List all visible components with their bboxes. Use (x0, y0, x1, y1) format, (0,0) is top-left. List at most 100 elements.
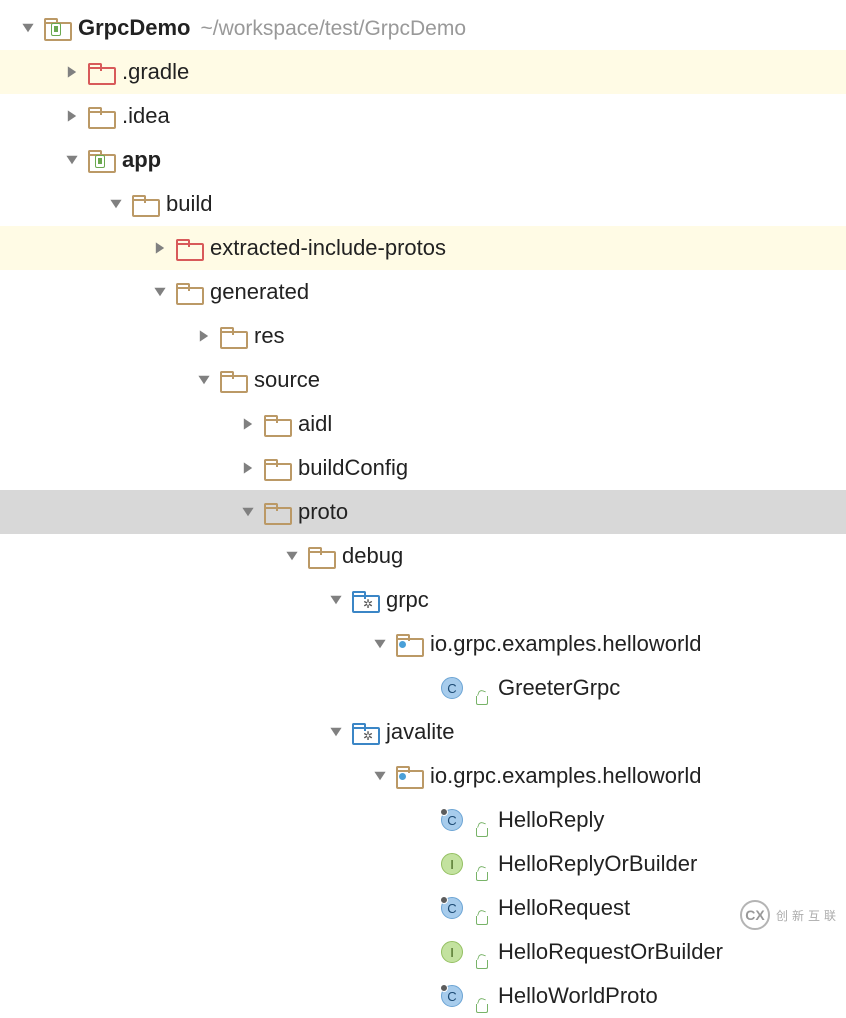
arrow-down-icon[interactable] (14, 21, 42, 35)
arrow-right-icon[interactable] (58, 65, 86, 79)
tree-label: HelloRequestOrBuilder (498, 939, 723, 965)
tree-item-name: app (122, 147, 161, 173)
indent-spacer (0, 380, 190, 381)
indent-spacer (0, 556, 278, 557)
folder-icon (262, 413, 290, 435)
tree-item-name: HelloRequest (498, 895, 630, 921)
tree-item-name: HelloRequestOrBuilder (498, 939, 723, 965)
arrow-down-icon[interactable] (366, 637, 394, 651)
interface-icon: I (438, 853, 466, 875)
tree-item-path: ~/workspace/test/GrpcDemo (200, 17, 466, 41)
tree-label: .gradle (122, 59, 189, 85)
tree-row[interactable]: .gradle (0, 50, 846, 94)
class-icon: C (438, 809, 466, 831)
arrow-down-icon[interactable] (58, 153, 86, 167)
arrow-down-icon[interactable] (146, 285, 174, 299)
tree-row[interactable]: buildConfig (0, 446, 846, 490)
arrow-right-icon[interactable] (146, 241, 174, 255)
tree-item-name: build (166, 191, 212, 217)
tree-label: grpc (386, 587, 429, 613)
indent-spacer (0, 952, 410, 953)
tree-item-name: javalite (386, 719, 454, 745)
folder-icon (130, 193, 158, 215)
arrow-right-icon[interactable] (58, 109, 86, 123)
class-icon: C (438, 985, 466, 1007)
tree-item-name: HelloReply (498, 807, 604, 833)
arrow-down-icon[interactable] (234, 505, 262, 519)
tree-row[interactable]: io.grpc.examples.helloworld (0, 754, 846, 798)
arrow-down-icon[interactable] (322, 593, 350, 607)
tree-row[interactable]: ✲javalite (0, 710, 846, 754)
arrow-down-icon[interactable] (190, 373, 218, 387)
tree-row[interactable]: I HelloReplyOrBuilder (0, 842, 846, 886)
tree-row[interactable]: generated (0, 270, 846, 314)
tree-row[interactable]: C HelloWorldProto (0, 974, 846, 1018)
tree-row[interactable]: app (0, 138, 846, 182)
tree-item-name: io.grpc.examples.helloworld (430, 631, 701, 657)
tree-item-name: grpc (386, 587, 429, 613)
tree-row[interactable]: aidl (0, 402, 846, 446)
arrow-down-icon[interactable] (278, 549, 306, 563)
arrow-down-icon[interactable] (102, 197, 130, 211)
project-tree: GrpcDemo ~/workspace/test/GrpcDemo .gradle… (0, 0, 846, 1018)
module-icon (86, 149, 114, 171)
tree-label: HelloRequest (498, 895, 630, 921)
arrow-right-icon[interactable] (234, 461, 262, 475)
arrow-right-icon[interactable] (190, 329, 218, 343)
tree-item-name: aidl (298, 411, 332, 437)
tree-label: .idea (122, 103, 170, 129)
tree-row[interactable]: res (0, 314, 846, 358)
generated-source-folder-icon: ✲ (350, 589, 378, 611)
tree-row[interactable]: ✲ grpc (0, 578, 846, 622)
indent-spacer (0, 248, 146, 249)
arrow-right-icon[interactable] (234, 417, 262, 431)
tree-label: aidl (298, 411, 332, 437)
package-icon (394, 633, 422, 655)
tree-row[interactable]: proto (0, 490, 846, 534)
folder-icon (218, 369, 246, 391)
tree-label: extracted-include-protos (210, 235, 446, 261)
indent-spacer (0, 688, 410, 689)
indent-spacer (0, 72, 58, 73)
tree-item-name: HelloWorldProto (498, 983, 658, 1009)
tree-row[interactable]: C HelloReply (0, 798, 846, 842)
tree-item-name: extracted-include-protos (210, 235, 446, 261)
indent-spacer (0, 600, 322, 601)
tree-row[interactable]: C GreeterGrpc (0, 666, 846, 710)
interface-icon: I (438, 941, 466, 963)
tree-label: app (122, 147, 161, 173)
indent-spacer (0, 908, 410, 909)
tree-row[interactable]: extracted-include-protos (0, 226, 846, 270)
indent-spacer (0, 424, 234, 425)
indent-spacer (0, 644, 366, 645)
tree-label: javalite (386, 719, 454, 745)
indent-spacer (0, 160, 58, 161)
tree-item-name: buildConfig (298, 455, 408, 481)
arrow-down-icon[interactable] (366, 769, 394, 783)
tree-row[interactable]: debug (0, 534, 846, 578)
arrow-down-icon[interactable] (322, 725, 350, 739)
indent-spacer (0, 864, 410, 865)
tree-row[interactable]: source (0, 358, 846, 402)
tree-item-name: GreeterGrpc (498, 675, 620, 701)
class-icon: C (438, 677, 466, 699)
class-icon: C (438, 897, 466, 919)
tree-row[interactable]: GrpcDemo ~/workspace/test/GrpcDemo (0, 6, 846, 50)
tree-row[interactable]: .idea (0, 94, 846, 138)
tree-row[interactable]: io.grpc.examples.helloworld (0, 622, 846, 666)
tree-row[interactable]: C HelloRequest (0, 886, 846, 930)
tree-item-name: GrpcDemo (78, 15, 190, 41)
indent-spacer (0, 820, 410, 821)
tree-label: GreeterGrpc (498, 675, 620, 701)
indent-spacer (0, 336, 190, 337)
tree-row[interactable]: I HelloRequestOrBuilder (0, 930, 846, 974)
tree-label: build (166, 191, 212, 217)
tree-item-name: generated (210, 279, 309, 305)
folder-icon (306, 545, 334, 567)
tree-item-name: debug (342, 543, 403, 569)
tree-label: HelloWorldProto (498, 983, 658, 1009)
tree-item-name: HelloReplyOrBuilder (498, 851, 697, 877)
tree-item-name: .gradle (122, 59, 189, 85)
tree-row[interactable]: build (0, 182, 846, 226)
tree-label: io.grpc.examples.helloworld (430, 763, 701, 789)
